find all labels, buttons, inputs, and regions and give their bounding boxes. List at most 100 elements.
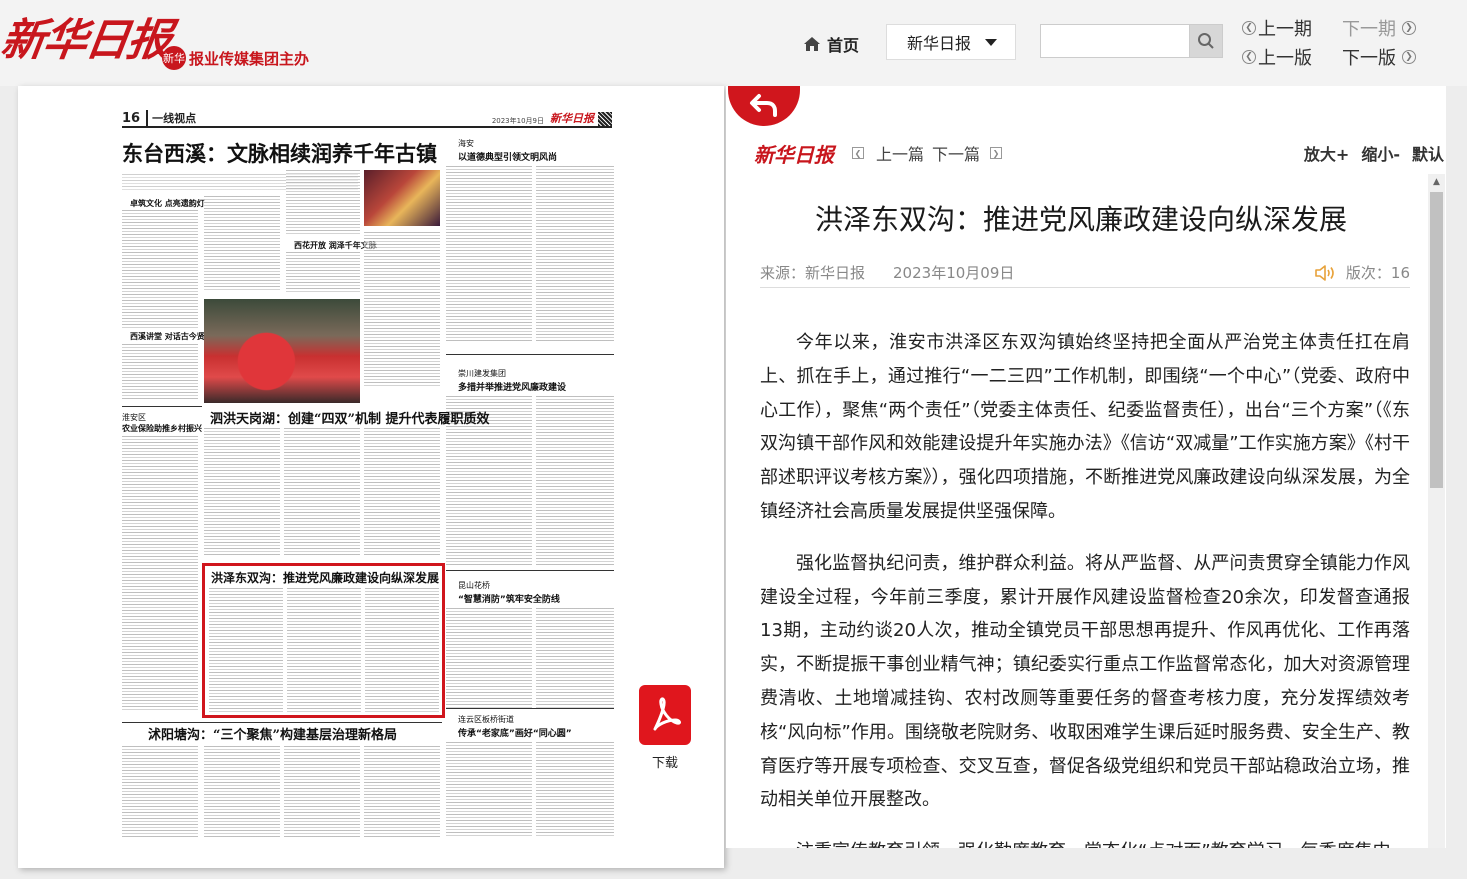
home-icon (804, 37, 820, 51)
article-text-block (122, 344, 198, 400)
page-mini-logo: 新华日报 (550, 112, 594, 125)
article-paragraph: 强化监督执纪问责，维护群众利益。将从严监督、从严问责贯穿全镇能力作风建设全过程，… (760, 552, 1410, 811)
article-text-block (536, 396, 614, 566)
prev-page-link[interactable]: ❮ 上一版 (1242, 44, 1312, 70)
scroll-up-icon[interactable]: ▲ (1428, 174, 1445, 190)
article-text-block (536, 742, 614, 838)
article-text-block (286, 252, 360, 292)
next-page-label: 下一版 (1342, 48, 1396, 69)
article-text-block (284, 746, 360, 838)
publisher-seal-icon: 新华 (162, 46, 186, 70)
top-header: 新华日报 新华 报业传媒集团主办 首页 新华日报 ❮ 上一期 下一期 ❯ ❮ 上… (0, 0, 1467, 86)
zoom-default-button[interactable]: 默认 (1412, 141, 1444, 165)
article-text-block (209, 588, 283, 712)
article-text-block (286, 170, 360, 236)
prev-page-label: 上一版 (1258, 48, 1312, 69)
zoom-in-button[interactable]: 放大+ (1304, 141, 1349, 165)
lianyun-location: 连云区板桥街道 (458, 715, 514, 724)
headline-hongze: 洪泽东双沟：推进党风廉政建设向纵深发展 (211, 571, 440, 585)
prev-issue-link[interactable]: ❮ 上一期 (1242, 15, 1312, 41)
subhead-2: 西溪讲堂 对话古今贤 (130, 332, 205, 341)
article-text-block (204, 428, 280, 556)
haian-location: 海安 (458, 139, 474, 148)
headline-sihong[interactable]: 泗洪天岗湖：创建“四双”机制 提升代表履职质效 (210, 408, 489, 427)
xinhua-daily-logo[interactable]: 新华日报 (0, 4, 174, 68)
article-text-block (365, 588, 439, 712)
article-title: 洪泽东双沟：推进党风廉政建设向纵深发展 (814, 203, 1347, 236)
article-meta: 来源：新华日报 2023年10月09日 版次：16 (760, 258, 1410, 288)
article-text-block (446, 742, 532, 838)
divider (122, 722, 442, 723)
scrollbar-thumb[interactable] (1430, 192, 1443, 488)
back-button[interactable] (728, 86, 800, 126)
home-link[interactable]: 首页 (803, 32, 859, 56)
qr-code-icon (598, 112, 612, 126)
article-body: 今年以来，淮安市洪泽区东双沟镇始终坚持把全面从严治党主体责任扛在肩上、抓在手上，… (760, 326, 1410, 848)
article-text-block (122, 210, 198, 330)
pdf-download-button[interactable] (639, 685, 691, 745)
huaian-location: 淮安区 (122, 413, 146, 422)
chevron-right-icon: ❯ (990, 147, 1003, 159)
next-issue-label: 下一期 (1342, 19, 1396, 40)
article-text-block (536, 166, 614, 342)
article-text-block (204, 746, 280, 838)
headline-haian[interactable]: 以道德典型引领文明风尚 (458, 150, 557, 163)
newspaper-page[interactable]: 16 一线视点 2023年10月9日 新华日报 东台西溪：文脉相续润养千年古镇 … (18, 86, 724, 868)
pdf-icon (653, 697, 681, 731)
prev-issue-label: 上一期 (1258, 19, 1312, 40)
next-page-link[interactable]: 下一版 ❯ (1342, 44, 1416, 70)
divider (446, 708, 614, 709)
headline-huaian[interactable]: 农业保险助推乡村振兴 (122, 423, 202, 434)
article-text-block (122, 746, 198, 838)
photo-flag-children (204, 299, 360, 403)
paper-select-dropdown[interactable]: 新华日报 (886, 24, 1016, 60)
highlighted-article-hongze[interactable]: 洪泽东双沟：推进党风廉政建设向纵深发展 (202, 563, 445, 718)
search-icon (1198, 33, 1214, 49)
paper-select-value: 新华日报 (907, 34, 972, 53)
headline-chongchuan[interactable]: 多措并举推进党风廉政建设 (458, 380, 566, 393)
search-button[interactable] (1189, 24, 1223, 58)
divider (122, 406, 202, 407)
article-text-block (364, 746, 440, 838)
article-paragraph: 注重宣传教育引领，强化勤廉教育。常态化“点对面”教育学习，每季度集中 (760, 835, 1410, 848)
headline-dongtai[interactable]: 东台西溪：文脉相续润养千年古镇 (122, 138, 437, 168)
divider (446, 570, 614, 571)
home-label: 首页 (827, 36, 860, 55)
headline-kunshan[interactable]: “智慧消防”筑牢安全防线 (458, 592, 560, 605)
article-text-block (364, 232, 440, 388)
chevron-left-icon: ❮ (1242, 21, 1256, 35)
article-toolbar: 新华日报 ❮ 上一篇 下一篇 ❯ 放大+ 缩小- 默认 (754, 140, 1444, 167)
download-label[interactable]: 下载 (652, 752, 678, 771)
page-number: 16 (122, 111, 141, 126)
headline-lianyun[interactable]: 传承“老家底”画好“同心圆” (458, 726, 572, 739)
article-date: 2023年10月09日 (893, 264, 1015, 282)
zoom-out-button[interactable]: 缩小- (1361, 141, 1400, 165)
zoom-controls: 放大+ 缩小- 默认 (1304, 141, 1444, 165)
next-issue-link[interactable]: 下一期 ❯ (1342, 15, 1416, 41)
prev-article-link[interactable]: 上一篇 (876, 141, 924, 165)
article-edition: 版次：16 (1345, 264, 1410, 282)
article-scrollbar[interactable]: ▲ (1428, 174, 1445, 848)
newspaper-page-header: 16 一线视点 2023年10月9日 新华日报 (122, 110, 612, 128)
caret-down-icon (985, 38, 998, 46)
chevron-left-icon: ❮ (852, 147, 864, 159)
chongchuan-location: 崇川建发集团 (458, 369, 506, 378)
back-arrow-icon (750, 94, 777, 117)
page-date: 2023年10月9日 (491, 117, 544, 125)
speaker-icon[interactable] (1314, 264, 1336, 282)
next-article-link[interactable]: 下一篇 (932, 141, 980, 165)
article-text-block (364, 428, 440, 556)
article-text-block (122, 436, 198, 712)
chevron-left-icon: ❮ (1242, 50, 1256, 64)
kunshan-location: 昆山花桥 (458, 581, 490, 590)
publisher-text: 报业传媒集团主办 (189, 49, 310, 68)
article-nav: ❮ 上一篇 下一篇 ❯ (852, 141, 1003, 165)
article-text-block (536, 608, 614, 708)
article-source: 来源：新华日报 (760, 264, 866, 282)
article-text-block (284, 428, 360, 556)
photo-performance (364, 170, 440, 226)
article-text-block (446, 166, 532, 342)
headline-shuyang[interactable]: 沭阳塘沟：“三个聚焦”构建基层治理新格局 (148, 724, 397, 743)
search-input[interactable] (1040, 24, 1190, 58)
section-name: 一线视点 (146, 110, 196, 126)
